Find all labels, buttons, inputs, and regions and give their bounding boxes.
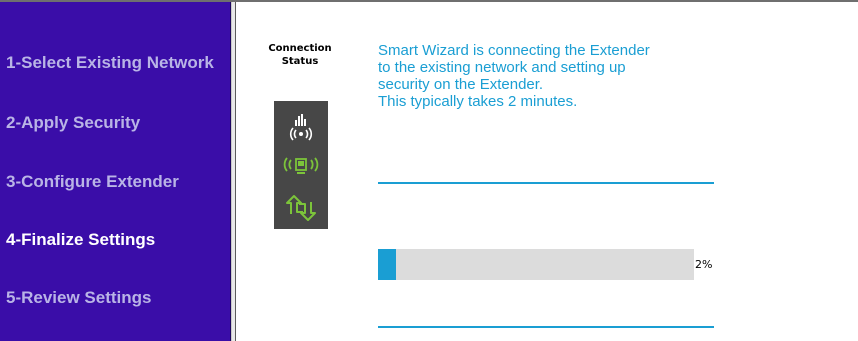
connection-status-panel xyxy=(274,101,328,229)
message-line: to the existing network and setting up xyxy=(378,59,626,76)
top-divider-line xyxy=(378,182,714,184)
message-line: This typically takes 2 minutes. xyxy=(378,93,578,110)
sidebar-item-review-settings[interactable]: 5-Review Settings xyxy=(6,288,152,308)
connection-status-title-line2: Status xyxy=(281,56,319,67)
wireless-signal-icon xyxy=(289,114,313,141)
sidebar-divider xyxy=(231,2,236,341)
sidebar-item-apply-security[interactable]: 2-Apply Security xyxy=(6,113,140,133)
extender-device-icon xyxy=(283,157,319,174)
sidebar-item-finalize-settings[interactable]: 4-Finalize Settings xyxy=(6,230,155,250)
transfer-arrows-icon xyxy=(286,195,316,221)
message-line: Smart Wizard is connecting the Extender xyxy=(378,42,650,59)
connection-status-title: Connection Status xyxy=(262,42,338,68)
progress-bar-fill xyxy=(378,249,396,280)
message-line: security on the Extender. xyxy=(378,76,544,93)
connection-status-title-line1: Connection xyxy=(268,43,332,54)
progress-bar xyxy=(378,249,694,280)
sidebar-item-select-existing-network[interactable]: 1-Select Existing Network xyxy=(6,53,214,73)
progress-percent-label: 2% xyxy=(695,258,713,271)
wizard-steps-sidebar: 1-Select Existing Network 2-Apply Securi… xyxy=(0,2,231,341)
bottom-divider-line xyxy=(378,326,714,328)
smart-wizard-window: 1-Select Existing Network 2-Apply Securi… xyxy=(0,0,858,341)
progress-message: Smart Wizard is connecting the Extender … xyxy=(378,42,738,110)
sidebar-item-configure-extender[interactable]: 3-Configure Extender xyxy=(6,172,179,192)
